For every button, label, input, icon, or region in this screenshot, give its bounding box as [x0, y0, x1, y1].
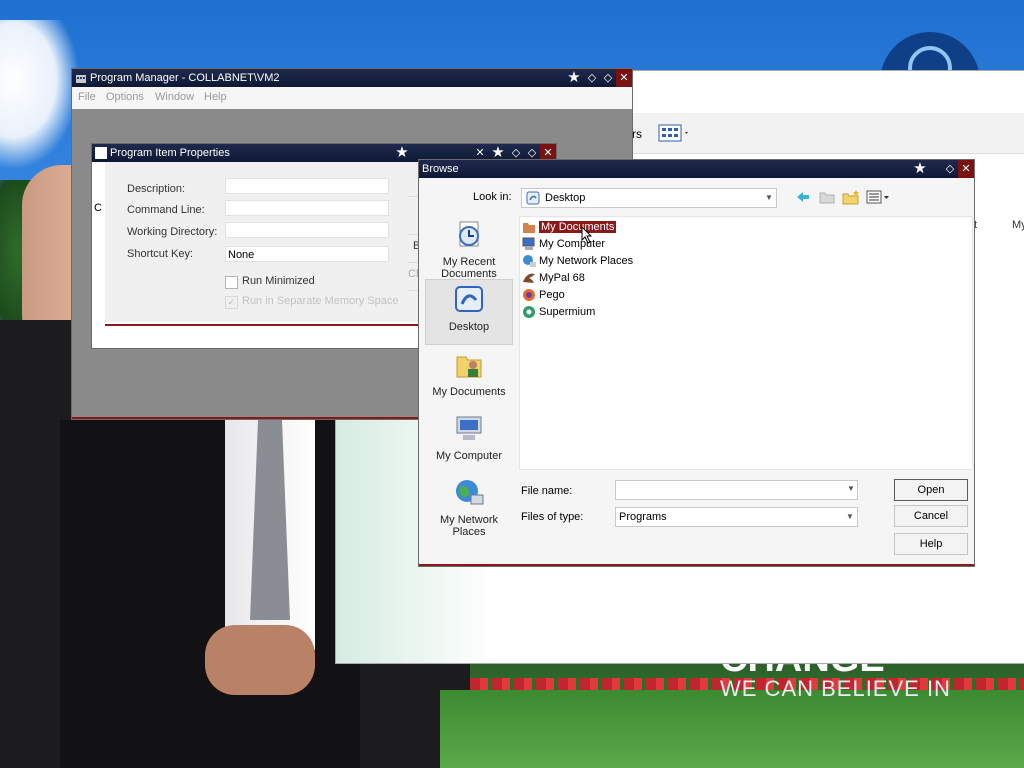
command-line-label: Command Line:: [127, 204, 205, 216]
program-manager-titlebar[interactable]: Program Manager - COLLABNET\VM2 ★ ◇ ◇ ✕: [72, 69, 632, 87]
place-my-documents[interactable]: My Documents: [425, 345, 513, 409]
places-bar: My Recent Documents Desktop My Documents…: [425, 215, 513, 538]
place-label: My Recent Documents: [441, 256, 497, 280]
program-manager-menubar: File Options Window Help: [72, 87, 632, 109]
file-item-mypal[interactable]: MyPal 68: [522, 271, 585, 286]
chevron-down-icon[interactable]: ▼: [764, 189, 774, 207]
back-arrow-icon[interactable]: [794, 189, 812, 205]
program-manager-title: Program Manager - COLLABNET\VM2: [90, 72, 280, 84]
shortcut-key-field[interactable]: None: [225, 246, 389, 262]
wallpaper-slogan: WE CAN BELIEVE IN: [720, 676, 951, 701]
file-item-my-network-places[interactable]: My Network Places: [522, 254, 633, 269]
place-label: My Network Places: [439, 514, 499, 538]
browse-nav-toolbar: [794, 189, 892, 205]
network-globe-icon: [456, 480, 484, 505]
working-directory-field[interactable]: [225, 222, 389, 238]
description-field[interactable]: [225, 178, 389, 194]
help-title-button[interactable]: ◇: [942, 160, 958, 178]
place-label: My Computer: [435, 450, 503, 462]
program-manager-icon: [76, 75, 86, 83]
place-label: My Documents: [432, 386, 506, 398]
new-folder-icon[interactable]: [842, 189, 860, 205]
files-of-type-select[interactable]: Programs ▼: [615, 507, 858, 527]
desktop-icon: [526, 191, 540, 205]
close-button[interactable]: ✕: [616, 69, 632, 87]
run-minimized-label: Run Minimized: [242, 275, 315, 287]
file-name: My Network Places: [539, 255, 634, 267]
star-icon: ★: [913, 160, 927, 177]
place-label: Desktop: [448, 321, 490, 333]
command-line-field[interactable]: [225, 200, 389, 216]
views-icon[interactable]: [658, 123, 690, 146]
open-button[interactable]: Open: [894, 479, 968, 501]
up-folder-icon[interactable]: [818, 189, 836, 205]
star-icon: ★: [395, 144, 409, 161]
working-directory-label: Working Directory:: [127, 226, 218, 238]
chevron-down-icon[interactable]: ▼: [846, 480, 856, 498]
mypal-icon: [523, 273, 535, 284]
wallpaper-person-hand: [205, 625, 315, 695]
left-fragment: C: [94, 202, 102, 214]
place-my-network-places[interactable]: My Network Places: [425, 473, 513, 538]
file-name: Pego: [539, 289, 565, 301]
menu-window[interactable]: Window: [155, 91, 194, 103]
desktop-icon: [455, 286, 483, 312]
files-of-type-value: Programs: [619, 511, 667, 523]
my-computer-icon: [456, 416, 482, 440]
place-my-computer[interactable]: My Computer: [425, 409, 513, 473]
shortcut-key-label: Shortcut Key:: [127, 248, 194, 260]
view-menu-icon[interactable]: [866, 189, 892, 205]
browse-titlebar[interactable]: Browse ★ ◇ ✕: [419, 160, 974, 178]
file-name-input[interactable]: [615, 480, 858, 500]
file-name: My Computer: [539, 238, 606, 250]
look-in-label: Look in:: [473, 191, 512, 203]
toolbar-fragment: rs: [632, 127, 642, 141]
chevron-down-icon[interactable]: ▼: [845, 508, 855, 526]
wallpaper-cloud: [0, 20, 80, 170]
recent-documents-icon: [459, 221, 479, 247]
file-name-label: File name:: [521, 485, 573, 497]
star-icon: ★: [567, 69, 581, 86]
look-in-value: Desktop: [545, 192, 586, 204]
run-separate-checkbox[interactable]: ✓: [225, 296, 238, 309]
supermium-icon: [523, 306, 535, 319]
browse-dialog[interactable]: Browse ★ ◇ ✕ Look in: Desktop ▼ My Recen…: [418, 159, 975, 567]
menu-file[interactable]: File: [78, 91, 96, 103]
menu-help[interactable]: Help: [204, 91, 227, 103]
browse-bottom-border: [419, 564, 974, 566]
menu-options[interactable]: Options: [106, 91, 144, 103]
place-desktop[interactable]: Desktop: [425, 279, 513, 345]
program-item-properties-title: Program Item Properties: [110, 147, 230, 159]
file-item-pego[interactable]: Pego: [522, 288, 565, 303]
files-of-type-label: Files of type:: [521, 511, 584, 523]
description-label: Description:: [127, 183, 186, 195]
wallpaper-person-jacket: [60, 420, 360, 768]
my-documents-icon: [523, 223, 535, 234]
maximize-button[interactable]: ◇: [600, 69, 616, 87]
run-separate-label: Run in Separate Memory Space: [242, 295, 399, 307]
run-minimized-checkbox[interactable]: [225, 276, 238, 289]
browse-title: Browse: [422, 163, 459, 175]
file-name: MyPal 68: [539, 272, 585, 284]
place-my-recent-documents[interactable]: My Recent Documents: [425, 215, 513, 280]
file-item-supermium[interactable]: Supermium: [522, 305, 595, 320]
look-in-combo[interactable]: Desktop ▼: [521, 188, 777, 208]
pego-icon: [523, 289, 535, 302]
cancel-button[interactable]: Cancel: [894, 505, 968, 527]
minimize-button[interactable]: ◇: [584, 69, 600, 87]
file-item-my-documents[interactable]: My Documents: [522, 220, 617, 235]
network-globe-icon: [523, 255, 536, 268]
my-documents-icon: [456, 356, 482, 378]
help-button[interactable]: Help: [894, 533, 968, 555]
close-button[interactable]: ✕: [958, 160, 974, 178]
explorer-fragment-2: My: [1012, 219, 1024, 231]
file-list[interactable]: My Documents My Computer My Network Plac…: [519, 216, 973, 470]
mouse-cursor-icon: [581, 226, 593, 244]
my-computer-icon: [522, 237, 535, 251]
file-name: My Documents: [539, 221, 617, 233]
dialog-icon: [95, 147, 107, 159]
file-name: Supermium: [539, 306, 596, 318]
